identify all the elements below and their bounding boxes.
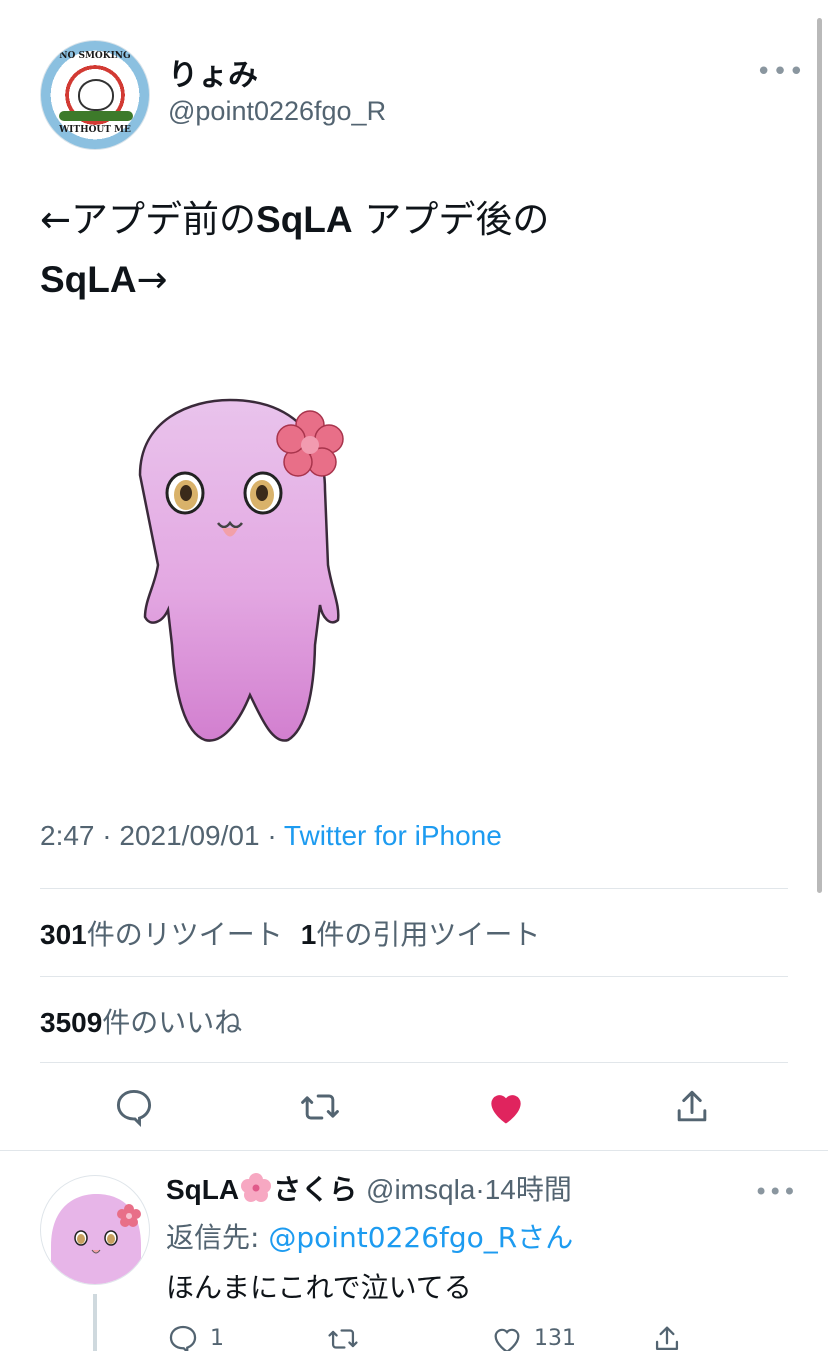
tweet-text-part3: →	[136, 258, 168, 301]
reply-author-avatar[interactable]	[40, 1175, 150, 1285]
like-button[interactable]	[484, 1085, 528, 1129]
avatar-ring-text-top: NO SMOKING	[59, 51, 131, 61]
reply-button[interactable]	[112, 1085, 156, 1129]
tweet-time[interactable]: 2:47	[40, 820, 95, 851]
likes-link[interactable]: 3509件のいいね	[40, 1001, 242, 1041]
author-display-name[interactable]: りょみ	[168, 50, 258, 94]
quote-count: 1	[300, 919, 317, 950]
divider	[40, 888, 788, 889]
scrollbar[interactable]	[817, 18, 822, 893]
reply-author-handle[interactable]: @imsqla	[366, 1174, 475, 1205]
tweet-text: ←アプデ前のSqLA アプデ後の SqLA→	[40, 190, 788, 310]
author-avatar[interactable]: NO SMOKING WITHOUT ME	[40, 40, 150, 150]
reply-name-prefix: SqLA	[166, 1174, 240, 1205]
avatar-cat	[78, 79, 114, 111]
tweet-header: NO SMOKING WITHOUT ME りょみ @point0226fgo_…	[40, 40, 804, 150]
reply-name-suffix: さくら	[273, 1173, 358, 1206]
share-button[interactable]	[670, 1085, 714, 1129]
reply-to-label: 返信先:	[166, 1221, 269, 1254]
share-icon	[655, 1326, 679, 1351]
like-label: 件のいいね	[102, 1006, 243, 1039]
avatar-grass	[59, 111, 133, 121]
reply-icon	[116, 1089, 152, 1128]
tweet-source-link[interactable]: Twitter for iPhone	[284, 820, 502, 851]
reply-share-button[interactable]	[650, 1322, 684, 1351]
reply-like-count: 131	[534, 1326, 576, 1351]
reply-separator: ·	[475, 1174, 485, 1205]
tweet-media-image[interactable]	[100, 395, 360, 750]
tweet-date[interactable]: 2021/09/01	[119, 820, 259, 851]
retweets-link[interactable]: 301件のリツイート	[40, 918, 283, 951]
share-icon	[677, 1090, 707, 1122]
thread-line	[93, 1294, 97, 1351]
retweet-button[interactable]	[298, 1085, 342, 1129]
quote-label: 件の引用ツイート	[316, 918, 541, 951]
retweet-label: 件のリツイート	[86, 918, 283, 951]
author-handle[interactable]: @point0226fgo_R	[168, 96, 386, 127]
tweet-text-bold2: SqLA	[40, 259, 137, 300]
avatar-ring-text-bottom: WITHOUT ME	[59, 125, 131, 135]
tweet-text-part2: アプデ後の	[352, 198, 550, 241]
retweet-icon	[301, 1094, 339, 1120]
reply-text: ほんまにこれで泣いてる	[166, 1271, 472, 1304]
retweet-count: 301	[40, 919, 87, 950]
meta-separator: ·	[102, 820, 112, 851]
divider	[40, 1062, 788, 1063]
retweet-icon	[328, 1329, 358, 1349]
reply-to-mention[interactable]: @point0226fgo_Rさん	[268, 1221, 573, 1254]
meta-separator-2: ·	[267, 820, 277, 851]
retweet-stats: 301件のリツイート 1件の引用ツイート	[40, 913, 540, 953]
heart-filled-icon	[491, 1095, 521, 1124]
reply-retweet-button[interactable]	[326, 1322, 360, 1351]
like-count: 3509	[40, 1007, 103, 1038]
tweet-text-part1: ←アプデ前の	[40, 198, 257, 241]
tweet-text-bold1: SqLA	[256, 199, 353, 240]
more-options-icon[interactable]: •••	[756, 59, 804, 85]
reply-reply-button[interactable]: 1	[166, 1322, 224, 1351]
reply-header: SqLA さくら @imsqla·14時間	[166, 1168, 572, 1208]
reply-reply-count: 1	[210, 1326, 224, 1351]
reply-to-line: 返信先: @point0226fgo_Rさん	[166, 1216, 573, 1256]
divider	[0, 1150, 828, 1151]
divider	[40, 976, 788, 977]
reply-icon	[169, 1325, 197, 1351]
reply-avatar-image	[51, 1194, 141, 1284]
reply-like-button[interactable]: 131	[490, 1322, 576, 1351]
tweet-meta: 2:47 · 2021/09/01 · Twitter for iPhone	[40, 820, 502, 852]
reply-author-name[interactable]: SqLA さくら	[166, 1173, 357, 1206]
reply-more-options-icon[interactable]: •••	[754, 1178, 796, 1206]
sqla-character-illustration	[138, 398, 344, 742]
quotes-link[interactable]: 1件の引用ツイート	[301, 918, 541, 951]
reply-time[interactable]: 14時間	[485, 1174, 572, 1205]
heart-outline-icon	[494, 1328, 520, 1351]
cherry-blossom-icon	[241, 1173, 272, 1202]
